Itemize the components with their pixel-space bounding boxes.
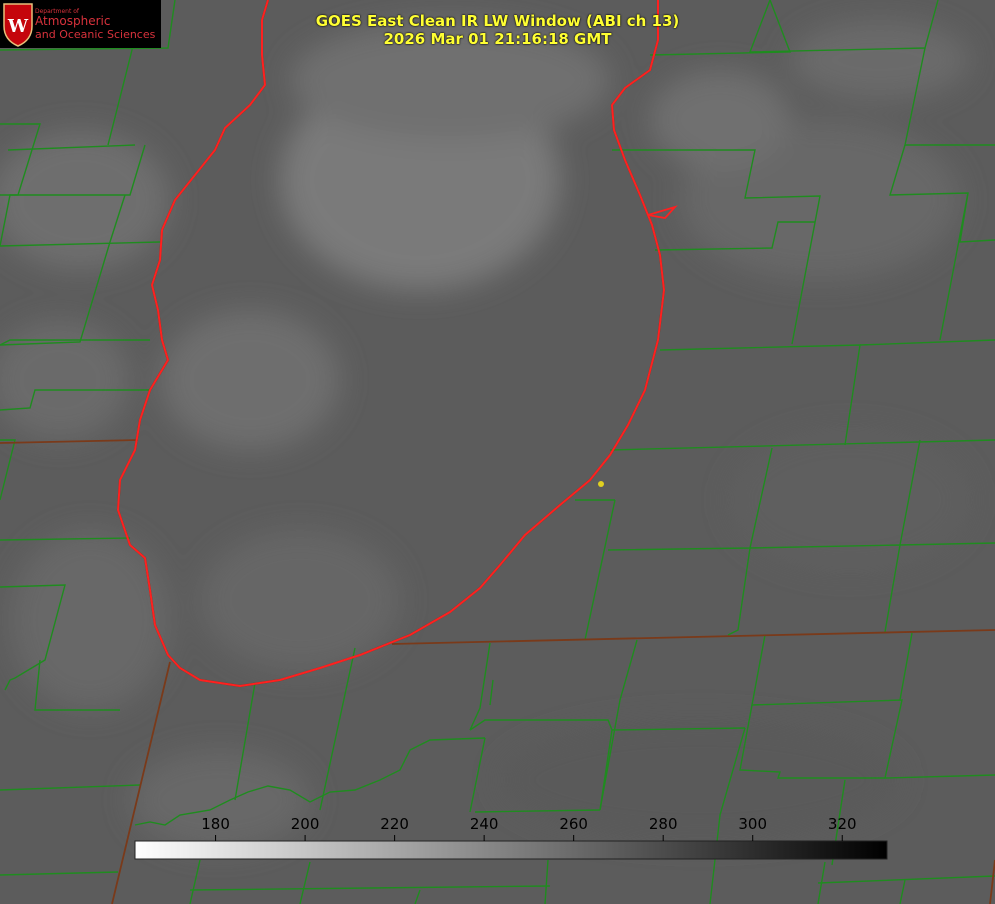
location-marker (598, 481, 604, 487)
colorbar-gradient (134, 840, 888, 860)
colorbar-tick-label: 320 (827, 815, 857, 833)
satellite-image-viewer: W Department of Atmospheric and Oceanic … (0, 0, 995, 904)
image-title: GOES East Clean IR LW Window (ABI ch 13) (315, 12, 680, 30)
colorbar-tick-label: 180 (201, 815, 230, 833)
image-timestamp: 2026 Mar 01 21:16:18 GMT (383, 30, 612, 48)
colorbar-tick-label: 260 (559, 815, 588, 833)
colorbar-tick-label: 240 (469, 815, 499, 833)
satellite-map (0, 0, 995, 904)
colorbar-tick-label: 200 (290, 815, 320, 833)
colorbar-tick-label: 280 (648, 815, 678, 833)
colorbar-tick-label: 220 (380, 815, 409, 833)
colorbar-tick-label: 300 (738, 815, 768, 833)
